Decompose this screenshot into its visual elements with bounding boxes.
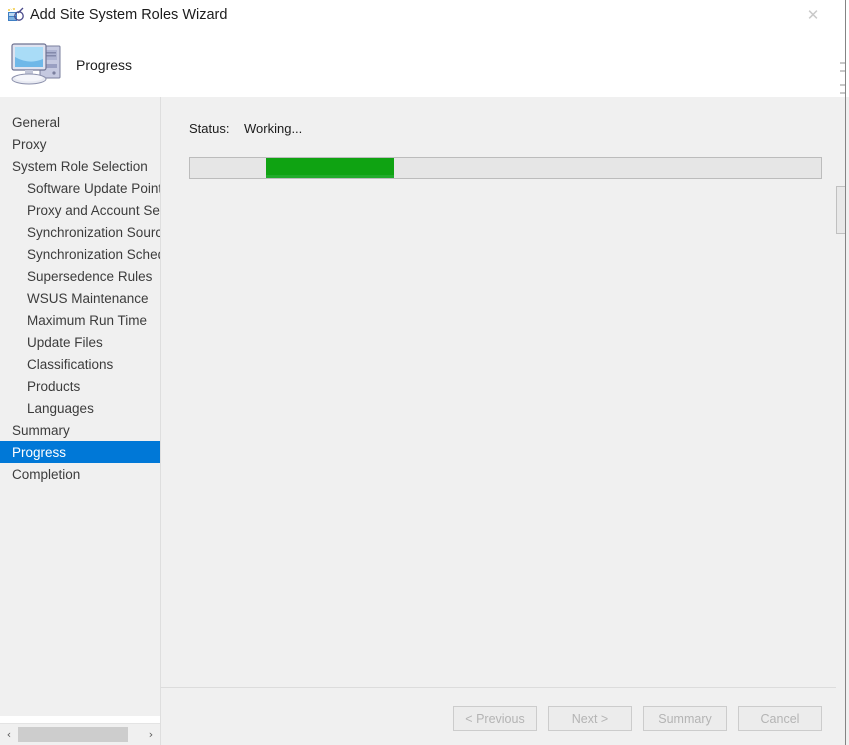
sidebar-item-label: Summary bbox=[12, 422, 70, 438]
sidebar-item-progress[interactable]: Progress bbox=[0, 441, 160, 463]
sidebar-item-wsus-maintenance[interactable]: WSUS Maintenance bbox=[0, 287, 160, 309]
sidebar-item-label: Software Update Point bbox=[27, 180, 160, 196]
status-row: Status: Working... bbox=[189, 121, 302, 136]
sidebar-item-label: Progress bbox=[12, 444, 67, 460]
sidebar-item-label: Supersedence Rules bbox=[27, 268, 153, 284]
sidebar-item-proxy[interactable]: Proxy bbox=[0, 133, 160, 155]
next-button: Next > bbox=[548, 706, 632, 731]
cancel-button: Cancel bbox=[738, 706, 822, 731]
sidebar-item-label: Classifications bbox=[27, 356, 114, 372]
scroll-left-icon[interactable]: ‹ bbox=[0, 724, 18, 745]
sidebar-item-update-files[interactable]: Update Files bbox=[0, 331, 160, 353]
sidebar-item-label: Proxy and Account Settings bbox=[27, 202, 160, 218]
scroll-right-icon[interactable]: › bbox=[142, 724, 160, 745]
sidebar-item-supersedence-rules[interactable]: Supersedence Rules bbox=[0, 265, 160, 287]
summary-button: Summary bbox=[643, 706, 727, 731]
computer-icon bbox=[8, 38, 70, 90]
sidebar-item-synchronization-source[interactable]: Synchronization Source bbox=[0, 221, 160, 243]
progress-bar-fill bbox=[266, 158, 394, 178]
progress-content-pane: Status: Working... bbox=[160, 97, 836, 687]
sidebar-item-synchronization-schedule[interactable]: Synchronization Schedule bbox=[0, 243, 160, 265]
backdrop-upper-region bbox=[836, 0, 849, 97]
page-title: Progress bbox=[76, 57, 133, 73]
status-value: Working... bbox=[244, 121, 303, 136]
sidebar-item-label: Synchronization Schedule bbox=[27, 246, 160, 262]
sidebar-item-label: Languages bbox=[27, 400, 94, 416]
sidebar-item-software-update-point[interactable]: Software Update Point bbox=[0, 177, 160, 199]
sidebar-horizontal-scrollbar[interactable]: ‹ › bbox=[0, 723, 160, 745]
wizard-icon bbox=[7, 7, 25, 25]
window-title: Add Site System Roles Wizard bbox=[30, 7, 228, 23]
button-label: Summary bbox=[658, 711, 712, 726]
wizard-window: Add Site System Roles Wizard ✕ Progress … bbox=[0, 0, 836, 745]
wizard-footer: < Previous Next > Summary Cancel bbox=[160, 687, 836, 745]
sidebar-item-label: Maximum Run Time bbox=[27, 312, 148, 328]
wizard-header: Progress bbox=[0, 32, 836, 97]
status-label: Status: bbox=[189, 121, 230, 136]
wizard-button-row: < Previous Next > Summary Cancel bbox=[453, 706, 822, 731]
close-icon: ✕ bbox=[806, 5, 820, 24]
title-bar: Add Site System Roles Wizard ✕ bbox=[0, 0, 836, 32]
sidebar-item-label: System Role Selection bbox=[12, 158, 148, 174]
sidebar-item-label: Synchronization Source bbox=[27, 224, 160, 240]
sidebar-item-label: Products bbox=[27, 378, 81, 394]
backdrop-window-edge bbox=[845, 0, 846, 745]
button-label: Next > bbox=[571, 711, 609, 726]
sidebar-item-proxy-and-account-settings[interactable]: Proxy and Account Settings bbox=[0, 199, 160, 221]
sidebar-item-label: WSUS Maintenance bbox=[27, 290, 149, 306]
sidebar-item-general[interactable]: General bbox=[0, 111, 160, 133]
wizard-step-list: General Proxy System Role Selection Softwar… bbox=[0, 97, 160, 716]
sidebar-item-label: Completion bbox=[12, 466, 81, 482]
sidebar-item-products[interactable]: Products bbox=[0, 375, 160, 397]
progress-bar bbox=[189, 157, 822, 179]
sidebar-item-system-role-selection[interactable]: System Role Selection bbox=[0, 155, 160, 177]
scrollbar-thumb[interactable] bbox=[18, 727, 128, 742]
sidebar-item-label: Update Files bbox=[27, 334, 103, 350]
button-label: Cancel bbox=[760, 711, 800, 726]
button-label: < Previous bbox=[465, 711, 525, 726]
sidebar-item-summary[interactable]: Summary bbox=[0, 419, 160, 441]
sidebar-item-label: General bbox=[12, 114, 61, 130]
sidebar-item-languages[interactable]: Languages bbox=[0, 397, 160, 419]
sidebar-item-classifications[interactable]: Classifications bbox=[0, 353, 160, 375]
sidebar-item-label: Proxy bbox=[12, 136, 47, 152]
previous-button: < Previous bbox=[453, 706, 537, 731]
sidebar-item-completion[interactable]: Completion bbox=[0, 463, 160, 485]
sidebar-item-maximum-run-time[interactable]: Maximum Run Time bbox=[0, 309, 160, 331]
close-button[interactable]: ✕ bbox=[790, 0, 836, 30]
